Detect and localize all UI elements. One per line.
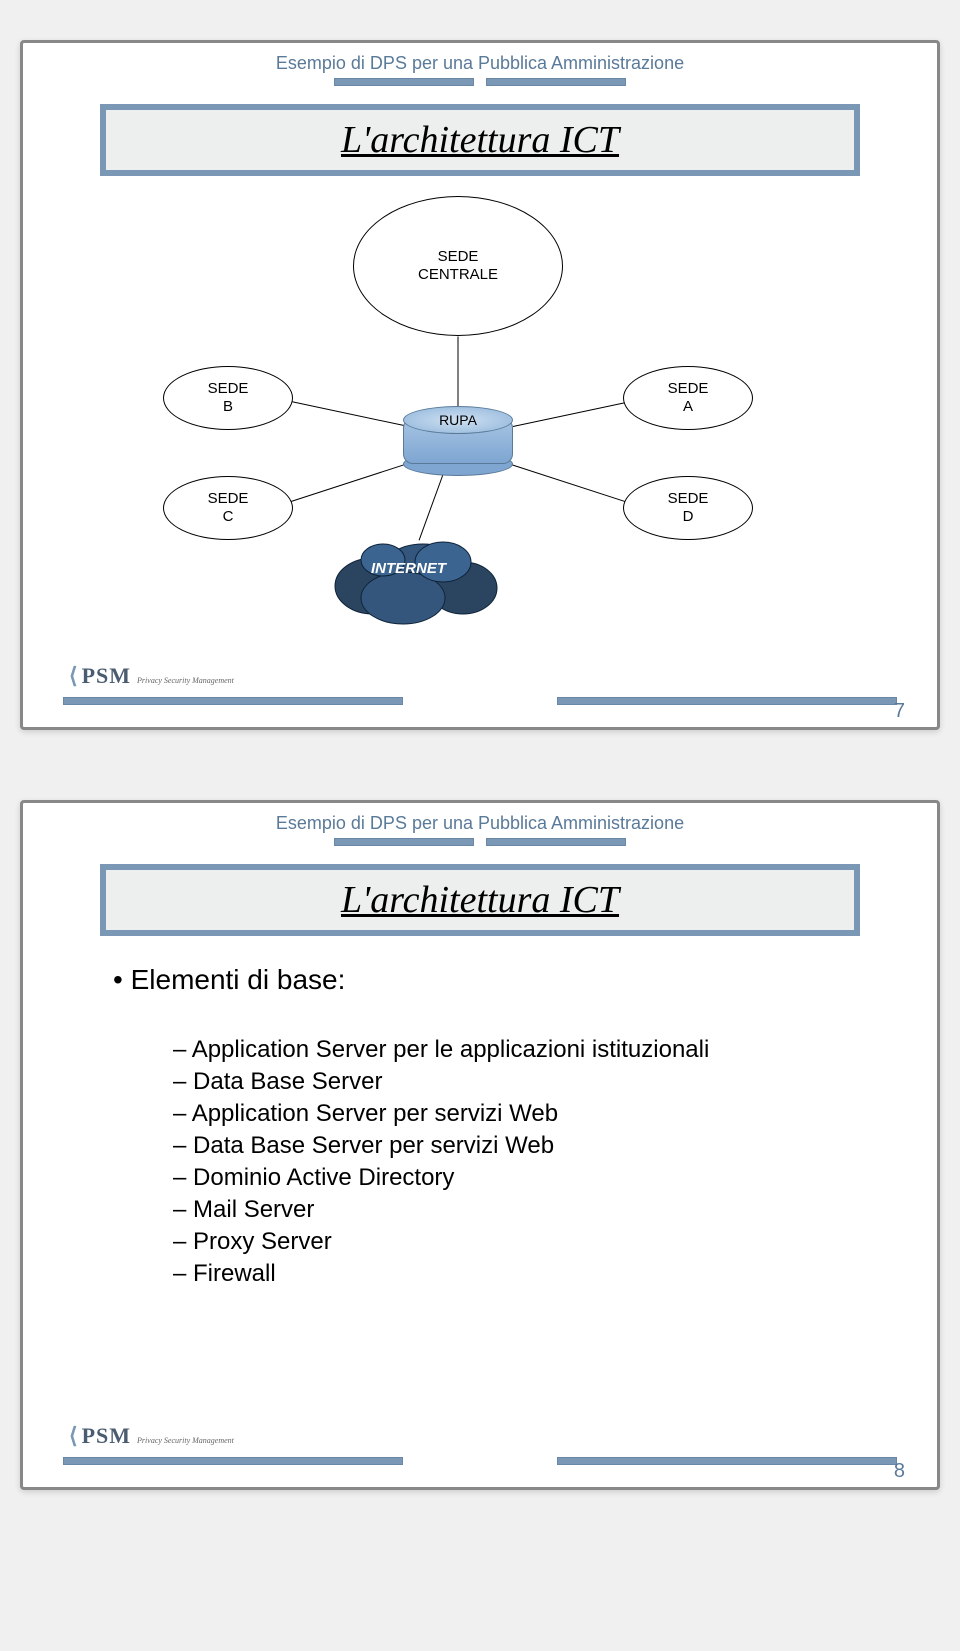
element-list: Application Server per le applicazioni i…: [113, 1036, 847, 1288]
page-number: 7: [894, 700, 905, 723]
logo-subtext: Privacy Security Management: [137, 676, 234, 685]
divider-left: [334, 838, 474, 846]
rupa-label: RUPA: [439, 412, 477, 428]
list-item: Firewall: [173, 1260, 847, 1288]
list-item: Data Base Server: [173, 1068, 847, 1096]
slide-1: Esempio di DPS per una Pubblica Amminist…: [20, 40, 940, 730]
node-rupa: RUPA: [403, 406, 513, 476]
divider-right: [486, 78, 626, 86]
node-sede-b: SEDE B: [163, 366, 293, 430]
slide-title: L'architettura ICT: [341, 118, 619, 162]
slide-header-text: Esempio di DPS per una Pubblica Amminist…: [23, 43, 937, 80]
list-item: Data Base Server per servizi Web: [173, 1132, 847, 1160]
title-box: L'architettura ICT: [100, 104, 860, 176]
divider-right: [486, 838, 626, 846]
footer-divider: [63, 1457, 897, 1465]
page-number: 8: [894, 1460, 905, 1483]
internet-label: INTERNET: [371, 560, 446, 577]
node-c-l1: SEDE: [208, 490, 249, 508]
list-item: Proxy Server: [173, 1228, 847, 1256]
list-item: Mail Server: [173, 1196, 847, 1224]
divider-left: [334, 78, 474, 86]
line-c-rupa: [291, 464, 405, 502]
logo-caret-icon: ⟨: [69, 1423, 78, 1449]
list-item: Application Server per servizi Web: [173, 1100, 847, 1128]
slide-title: L'architettura ICT: [341, 878, 619, 922]
node-centrale-l1: SEDE: [438, 248, 479, 266]
footer-divider: [63, 697, 897, 705]
psm-logo: ⟨ PSM Privacy Security Management: [69, 1423, 234, 1449]
node-b-l1: SEDE: [208, 380, 249, 398]
node-internet: INTERNET: [323, 526, 503, 626]
header-divider: [23, 838, 937, 846]
list-item: Application Server per le applicazioni i…: [173, 1036, 847, 1064]
slide-content: Elementi di base: Application Server per…: [23, 936, 937, 1288]
node-sede-a: SEDE A: [623, 366, 753, 430]
node-c-l2: C: [223, 508, 234, 526]
line-b-rupa: [291, 401, 404, 426]
footer-bar-right: [557, 1457, 897, 1465]
logo-text: PSM: [82, 1423, 131, 1449]
node-sede-c: SEDE C: [163, 476, 293, 540]
slide-header-text: Esempio di DPS per una Pubblica Amminist…: [23, 803, 937, 840]
logo-text: PSM: [82, 663, 131, 689]
line-centrale-rupa: [458, 337, 459, 417]
header-divider: [23, 78, 937, 86]
main-bullet: Elementi di base:: [113, 964, 847, 996]
node-sede-d: SEDE D: [623, 476, 753, 540]
slide-2: Esempio di DPS per una Pubblica Amminist…: [20, 800, 940, 1490]
network-diagram: SEDE CENTRALE SEDE B SEDE A SEDE C SEDE …: [23, 196, 937, 626]
line-d-rupa: [511, 464, 625, 502]
footer-bar-left: [63, 697, 403, 705]
logo-caret-icon: ⟨: [69, 663, 78, 689]
title-box: L'architettura ICT: [100, 864, 860, 936]
footer-bar-left: [63, 1457, 403, 1465]
node-d-l1: SEDE: [668, 490, 709, 508]
disk-top: RUPA: [403, 406, 513, 434]
logo-subtext: Privacy Security Management: [137, 1436, 234, 1445]
psm-logo: ⟨ PSM Privacy Security Management: [69, 663, 234, 689]
line-a-rupa: [513, 402, 626, 427]
node-a-l2: A: [683, 398, 693, 416]
node-centrale-l2: CENTRALE: [418, 266, 498, 284]
node-sede-centrale: SEDE CENTRALE: [353, 196, 563, 336]
node-d-l2: D: [683, 508, 694, 526]
footer-bar-right: [557, 697, 897, 705]
node-a-l1: SEDE: [668, 380, 709, 398]
node-b-l2: B: [223, 398, 233, 416]
list-item: Dominio Active Directory: [173, 1164, 847, 1192]
